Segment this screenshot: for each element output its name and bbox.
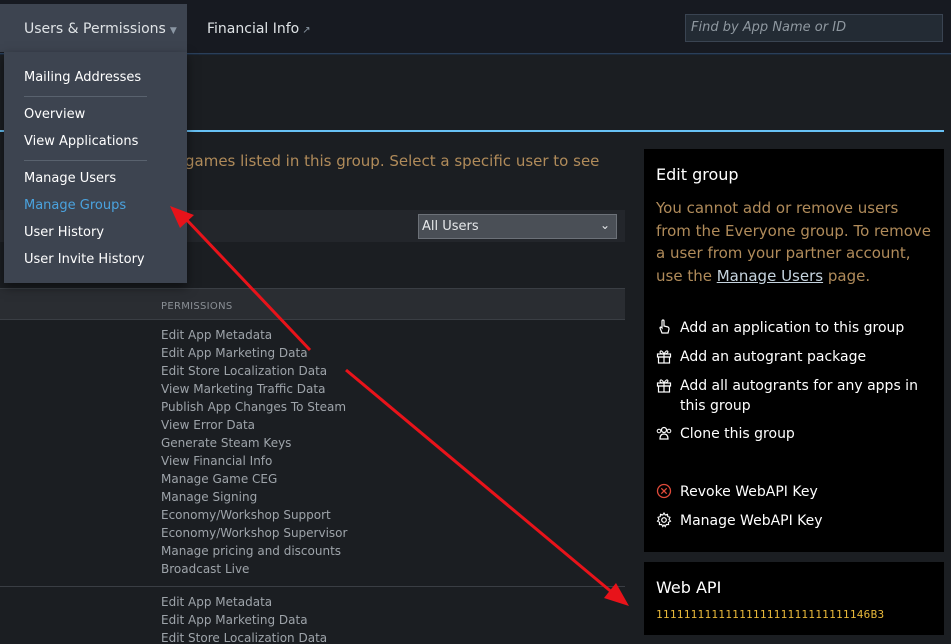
search-input[interactable]: Find by App Name or ID (685, 14, 943, 42)
add-all-autogrants-label: Add all autogrants for any apps in this … (680, 378, 918, 414)
nav-financial-info[interactable]: Financial Info ↗ (207, 21, 311, 37)
permission-item: Manage pricing and discounts (161, 544, 342, 558)
edit-group-panel: Edit group You cannot add or remove user… (644, 149, 944, 552)
edit-group-title: Edit group (656, 165, 739, 184)
nav-users-permissions[interactable]: Users & Permissions ▼ (0, 4, 187, 52)
edit-group-note-end: page. (827, 266, 871, 285)
add-all-autogrants-button[interactable]: Add all autogrants for any apps in this … (656, 376, 941, 416)
clone-group-label: Clone this group (680, 426, 795, 442)
permission-item: Publish App Changes To Steam (161, 400, 347, 414)
top-navigation-bar: Users & Permissions ▼ Financial Info ↗ Fin… (0, 0, 951, 54)
menu-item-user-invite-history[interactable]: User Invite History (24, 252, 145, 267)
add-application-button[interactable]: Add an application to this group (656, 318, 941, 338)
menu-item-user-history[interactable]: User History (24, 225, 104, 240)
permission-item: Edit App Metadata (161, 328, 273, 342)
gift-icon (656, 379, 672, 393)
menu-item-manage-users[interactable]: Manage Users (24, 171, 116, 186)
menu-divider (24, 96, 147, 97)
user-filter-select[interactable]: All Users ⌄ (418, 214, 617, 239)
users-icon (656, 426, 672, 440)
menu-item-overview[interactable]: Overview (24, 107, 85, 122)
user-filter-value: All Users (422, 219, 479, 234)
pointer-hand-icon (659, 319, 670, 334)
permission-item: Manage Signing (161, 490, 258, 504)
permission-item: View Error Data (161, 418, 256, 432)
add-autogrant-button[interactable]: Add an autogrant package (656, 347, 941, 367)
manage-webapi-key-button[interactable]: Manage WebAPI Key (656, 511, 941, 531)
gift-icon (656, 350, 672, 364)
revoke-webapi-key-button[interactable]: Revoke WebAPI Key (656, 482, 941, 502)
nav-users-permissions-label: Users & Permissions (24, 21, 166, 37)
permission-item: View Marketing Traffic Data (161, 382, 326, 396)
permission-item: Edit App Metadata (161, 595, 273, 609)
menu-divider (24, 160, 147, 161)
add-application-label: Add an application to this group (680, 320, 905, 336)
nav-financial-info-label: Financial Info (207, 21, 300, 37)
permissions-list: Edit App Metadata Edit App Marketing Dat… (161, 326, 347, 578)
permissions-list: Edit App Metadata Edit App Marketing Dat… (161, 593, 327, 644)
permissions-column-header: PERMISSIONS (161, 301, 233, 312)
clone-group-button[interactable]: Clone this group (656, 424, 941, 444)
edit-group-note: You cannot add or remove users from the … (656, 197, 936, 287)
manage-webapi-key-label: Manage WebAPI Key (680, 513, 823, 529)
permission-item: Generate Steam Keys (161, 436, 292, 450)
external-link-icon: ↗ (302, 25, 311, 36)
permission-item: Edit App Marketing Data (161, 613, 308, 627)
permission-item: Economy/Workshop Supervisor (161, 526, 348, 540)
menu-item-manage-groups[interactable]: Manage Groups (24, 198, 126, 213)
users-permissions-dropdown: Mailing Addresses Overview View Applicat… (4, 52, 187, 283)
manage-users-link[interactable]: Manage Users (717, 267, 823, 285)
revoke-icon (656, 483, 672, 499)
web-api-key: 1111111111111111111111111111146B3 (656, 608, 885, 621)
chevron-down-icon: ▼ (169, 26, 177, 36)
gear-icon (656, 512, 672, 528)
permission-item: View Financial Info (161, 454, 273, 468)
permission-item: Manage Game CEG (161, 472, 278, 486)
permission-item: Edit Store Localization Data (161, 364, 328, 378)
row-divider (0, 586, 625, 587)
web-api-title: Web API (656, 578, 722, 597)
menu-item-mailing-addresses[interactable]: Mailing Addresses (24, 70, 141, 85)
revoke-webapi-key-label: Revoke WebAPI Key (680, 484, 818, 500)
menu-item-view-applications[interactable]: View Applications (24, 134, 138, 149)
permission-item: Edit Store Localization Data (161, 631, 328, 644)
chevron-down-icon: ⌄ (599, 218, 610, 232)
permission-item: Edit App Marketing Data (161, 346, 308, 360)
group-description: games listed in this group. Select a spe… (185, 152, 600, 170)
web-api-panel: Web API 1111111111111111111111111111146B… (644, 562, 944, 635)
permissions-table-header: PERMISSIONS (0, 288, 625, 320)
add-autogrant-label: Add an autogrant package (680, 349, 867, 365)
permission-item: Economy/Workshop Support (161, 508, 331, 522)
permission-item: Broadcast Live (161, 562, 250, 576)
